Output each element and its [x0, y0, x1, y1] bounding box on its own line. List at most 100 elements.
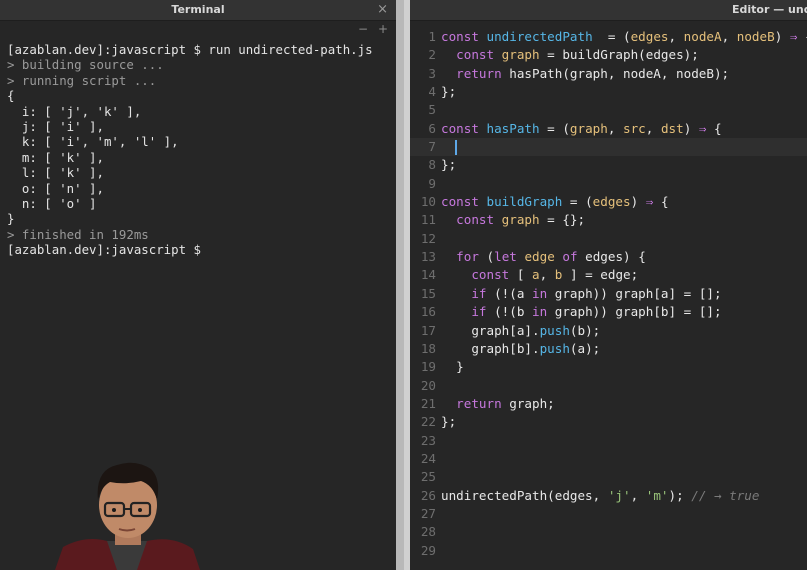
- code-token: (!(b: [494, 304, 533, 320]
- presenter-avatar: [55, 462, 200, 570]
- code-line[interactable]: 7: [410, 138, 807, 157]
- line-text: };: [441, 413, 456, 431]
- code-line[interactable]: 25: [410, 468, 807, 486]
- terminal-line: [azablan.dev]:javascript $ run undirecte…: [7, 42, 373, 57]
- code-line[interactable]: 18 graph[b].push(a);: [410, 340, 807, 358]
- line-number: 11: [420, 212, 436, 228]
- line-text: undirectedPath(edges, 'j', 'm'); // → tr…: [441, 487, 759, 505]
- code-line[interactable]: 22};: [410, 413, 807, 431]
- line-number: 1: [428, 29, 436, 44]
- code-line[interactable]: 3 return hasPath(graph, nodeA, nodeB);: [410, 65, 807, 83]
- line-text: graph[b].push(a);: [441, 340, 600, 358]
- code-line[interactable]: 14 const [ a, b ] = edge;: [410, 266, 807, 284]
- code-token: hasPath(graph, nodeA, nodeB);: [509, 65, 730, 81]
- code-line[interactable]: 8};: [410, 156, 807, 174]
- editor-pane[interactable]: Editor — undi 1const undirectedPath = (e…: [410, 0, 807, 570]
- code-token: if: [471, 304, 495, 320]
- code-line[interactable]: 6 const hasPath = (graph, src, dst) ⇒ {: [410, 120, 807, 138]
- terminal-line: > running script ...: [7, 72, 157, 88]
- terminal-line: [azablan.dev]:javascript $: [7, 242, 201, 258]
- code-line[interactable]: 15 if (!(a in graph)) graph[a] = [];: [410, 285, 807, 303]
- code-line[interactable]: 10 const buildGraph = (edges) ⇒ {: [410, 193, 807, 211]
- terminal-line: }: [7, 211, 15, 227]
- line-number: 24: [420, 450, 436, 466]
- code-token: graph[b].: [441, 340, 540, 356]
- code-token: edge: [524, 249, 563, 265]
- code-line[interactable]: 23: [410, 432, 807, 450]
- line-number: 18: [420, 340, 436, 356]
- code-token: {: [653, 194, 669, 210]
- code-token: const: [441, 194, 487, 210]
- code-line[interactable]: 24: [410, 450, 807, 468]
- line-text: const graph = buildGraph(edges);: [441, 46, 699, 64]
- code-line[interactable]: 21 return graph;: [410, 395, 807, 413]
- code-token: [: [516, 267, 533, 283]
- line-text: const [ a, b ] = edge;: [441, 266, 638, 284]
- code-line[interactable]: 12: [410, 230, 807, 248]
- code-line[interactable]: 28: [410, 523, 807, 541]
- line-number: 13: [420, 249, 436, 265]
- editor-titlebar: Editor — undi: [410, 0, 807, 21]
- line-text: return graph;: [441, 395, 555, 413]
- code-token: ] = edge;: [562, 267, 639, 283]
- line-text: graph[a].push(b);: [441, 322, 600, 340]
- terminal-line: n: [ 'o' ]: [7, 196, 97, 212]
- code-line[interactable]: 4};: [410, 83, 807, 101]
- code-line[interactable]: 1 const undirectedPath = (edges, nodeA, n…: [410, 28, 807, 46]
- line-number: 20: [420, 377, 436, 393]
- code-line[interactable]: 2 const graph = buildGraph(edges);: [410, 46, 807, 64]
- code-token: };: [441, 84, 457, 100]
- code-line[interactable]: 5: [410, 101, 807, 119]
- terminal-output[interactable]: [azablan.dev]:javascript $ run undirecte…: [7, 42, 387, 258]
- code-area[interactable]: 1 const undirectedPath = (edges, nodeA, n…: [410, 28, 807, 560]
- terminal-title: Terminal: [171, 3, 225, 16]
- code-token: a: [532, 267, 540, 283]
- close-icon[interactable]: ×: [377, 2, 388, 17]
- terminal-line: {: [7, 88, 15, 104]
- code-token: nodeB: [736, 29, 775, 44]
- zoom-out-icon[interactable]: −: [358, 22, 368, 36]
- code-token: let: [494, 249, 525, 265]
- code-token: dst: [660, 120, 684, 136]
- zoom-in-icon[interactable]: +: [378, 22, 388, 36]
- code-token: graph)) graph[a] = [];: [554, 285, 722, 301]
- text-caret: [455, 140, 457, 156]
- code-line[interactable]: 13 for (let edge of edges) {: [410, 248, 807, 266]
- line-number: 21: [420, 395, 436, 411]
- code-token: ,: [630, 487, 646, 503]
- code-line[interactable]: 29: [410, 542, 807, 560]
- line-number: 3: [428, 65, 436, 81]
- code-line[interactable]: 9: [410, 175, 807, 193]
- code-token: graph;: [509, 395, 555, 411]
- code-line[interactable]: 17 graph[a].push(b);: [410, 322, 807, 340]
- code-token: graph: [501, 212, 540, 228]
- line-number: 2: [428, 47, 436, 63]
- code-token: return: [456, 65, 510, 81]
- code-line[interactable]: 26 undirectedPath(edges, 'j', 'm'); // → …: [410, 487, 807, 505]
- line-number: 17: [420, 322, 436, 338]
- line-number: 14: [420, 267, 436, 283]
- line-number: 19: [420, 359, 436, 375]
- code-line[interactable]: 11 const graph = {};: [410, 211, 807, 229]
- code-line[interactable]: 20: [410, 377, 807, 395]
- line-number: 12: [420, 230, 436, 246]
- terminal-line: l: [ 'k' ],: [7, 165, 104, 181]
- terminal-line: m: [ 'k' ],: [7, 149, 104, 165]
- code-token: (: [486, 249, 495, 265]
- line-number: 8: [428, 157, 436, 173]
- code-line[interactable]: 16 if (!(b in graph)) graph[b] = [];: [410, 303, 807, 321]
- code-token: for: [456, 249, 487, 265]
- code-token: 'j': [607, 487, 631, 503]
- code-token: edges: [630, 29, 669, 44]
- code-token: hasPath: [486, 120, 540, 136]
- code-line[interactable]: 19 }: [410, 358, 807, 376]
- line-number: 15: [420, 285, 436, 301]
- line-number: 9: [428, 175, 436, 191]
- code-token: = {};: [539, 212, 586, 228]
- code-token: graph)) graph[b] = [];: [554, 304, 722, 320]
- code-line[interactable]: 27: [410, 505, 807, 523]
